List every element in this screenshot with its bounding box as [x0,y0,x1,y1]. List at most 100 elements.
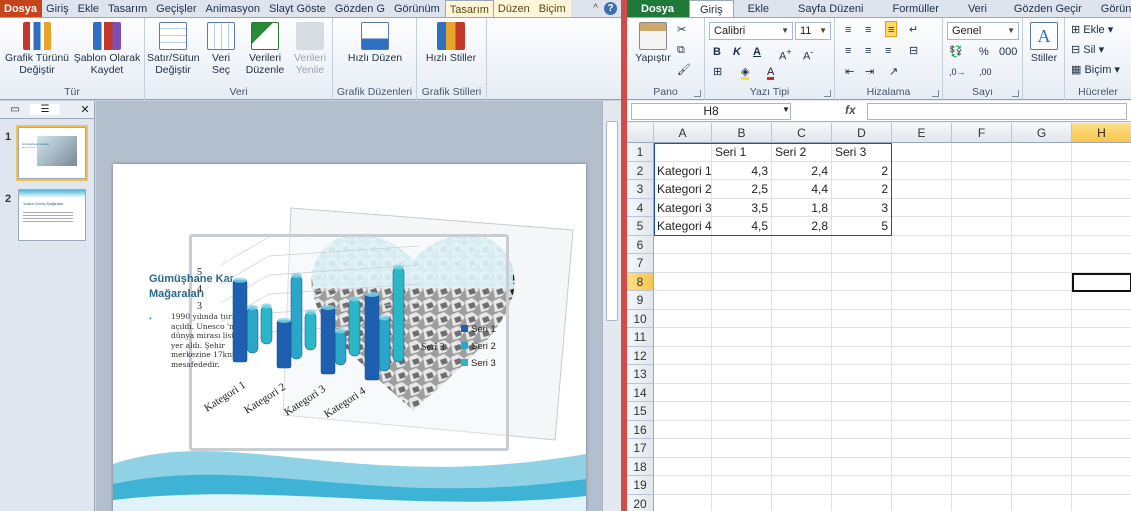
cell-h13[interactable] [1072,365,1131,384]
row-header-2[interactable]: 2 [627,161,654,180]
row-header-17[interactable]: 17 [627,439,654,458]
font-name-select[interactable]: Calibri ▼ [709,22,793,40]
close-pane-icon[interactable]: ✕ [76,103,94,116]
row-header-11[interactable]: 11 [627,328,654,347]
cell-d13[interactable] [832,365,892,384]
cell-g5[interactable] [1012,217,1072,236]
cell-b17[interactable] [712,439,772,458]
cell-e9[interactable] [892,291,952,310]
namebox-dropdown-icon[interactable]: ▼ [782,105,790,114]
row-header-16[interactable]: 16 [627,420,654,439]
cell-c18[interactable] [772,457,832,476]
cell-c12[interactable] [772,346,832,365]
cell-e18[interactable] [892,457,952,476]
save-template-button[interactable]: Şablon Olarak Kaydet [72,22,142,76]
cell-b1[interactable]: Seri 1 [712,143,772,162]
formula-input[interactable] [867,103,1127,120]
cell-h12[interactable] [1072,347,1131,365]
column-header-c[interactable]: C [772,123,832,143]
cell-a16[interactable] [654,420,712,439]
xl-tab-review[interactable]: Gözden Geçir [1002,0,1095,17]
row-header-18[interactable]: 18 [627,457,654,476]
edit-data-button[interactable]: Verileri Düzenle [243,22,287,76]
chart-bar-seri-3-3[interactable] [348,298,361,357]
cell-e15[interactable] [892,402,952,421]
cell-h19[interactable] [1072,476,1131,495]
shrink-font-icon[interactable]: A- [803,44,813,63]
column-header-a[interactable]: A [654,123,712,143]
currency-icon[interactable]: 💱 [949,44,963,60]
increase-decimal-icon[interactable]: ,0→ [949,64,966,80]
italic-button[interactable]: K [733,44,741,60]
chart-bar-seri-1-4[interactable] [364,294,380,381]
merge-cells-icon[interactable]: ⊟ [909,43,918,59]
number-format-select[interactable]: Genel ▼ [947,22,1019,40]
cell-d8[interactable] [832,272,892,291]
cell-e6[interactable] [892,235,952,254]
font-size-select[interactable]: 11 ▼ [795,22,831,40]
cell-f5[interactable] [952,217,1012,236]
cell-b7[interactable] [712,254,772,273]
cell-b12[interactable] [712,346,772,365]
chart-3d-column[interactable]: 5 4 3 Kategori 1Kategori 2Kategori 3Kategor… [189,234,509,451]
ppt-tab-insert[interactable]: Ekle [74,0,104,17]
cell-a12[interactable] [654,346,712,365]
quick-styles-button[interactable]: Hızlı Stiller [421,22,481,64]
name-box[interactable]: H8 [631,103,791,120]
change-chart-type-button[interactable]: Grafik Türünü Değiştir [2,22,72,76]
cell-e5[interactable] [892,217,952,236]
chart-bar-seri-2-3[interactable] [334,330,347,366]
cell-b20[interactable] [712,494,772,511]
chart-legend-entry[interactable]: Seri 3 [471,358,496,369]
cell-d11[interactable] [832,328,892,347]
ppt-tab-slideshow[interactable]: Slayt Göste [265,0,331,17]
cell-a11[interactable] [654,328,712,347]
align-top-icon[interactable]: ≡ [845,22,851,38]
cell-a3[interactable]: Kategori 2 [654,180,712,199]
align-left-icon[interactable]: ≡ [845,43,851,59]
cell-e1[interactable] [892,143,952,162]
comma-style-icon[interactable]: 000 [999,44,1017,60]
column-header-b[interactable]: B [712,123,772,143]
column-header-h[interactable]: H [1072,123,1131,143]
cell-h11[interactable] [1072,328,1131,347]
cell-a1[interactable] [654,143,712,162]
column-header-g[interactable]: G [1012,123,1072,143]
xl-tab-file[interactable]: Dosya [627,0,690,17]
cell-c3[interactable]: 4,4 [772,180,832,199]
cell-d6[interactable] [832,235,892,254]
align-center-icon[interactable]: ≡ [865,43,871,59]
cell-a18[interactable] [654,457,712,476]
cell-b4[interactable]: 3,5 [712,198,772,217]
row-header-3[interactable]: 3 [627,180,654,199]
ppt-tab-chart-design[interactable]: Tasarım [444,0,494,17]
cell-d20[interactable] [832,494,892,511]
fx-icon[interactable]: fx [845,103,856,117]
cell-g17[interactable] [1012,439,1072,458]
paste-button[interactable]: Yapıştır [631,22,675,64]
cell-f7[interactable] [952,254,1012,273]
row-header-19[interactable]: 19 [627,476,654,495]
help-icon[interactable]: ? [604,2,617,15]
cell-a14[interactable] [654,383,712,402]
cell-d17[interactable] [832,439,892,458]
slide-vertical-scrollbar[interactable] [602,101,621,511]
cell-b8[interactable] [712,272,772,291]
increase-indent-icon[interactable]: ⇥ [865,64,874,80]
slide-thumbnail-2[interactable]: Yollara Gumüş Mağaraları [18,189,86,241]
cell-g13[interactable] [1012,365,1072,384]
cell-f2[interactable] [952,161,1012,180]
cell-h3[interactable] [1072,180,1131,199]
row-header-5[interactable]: 5 [627,217,654,236]
cell-c9[interactable] [772,291,832,310]
cell-e2[interactable] [892,161,952,180]
cell-h5[interactable] [1072,217,1131,236]
cell-e16[interactable] [892,420,952,439]
current-slide[interactable]: Gümüşhane Kar Mağaraları • 1990 yılında … [113,164,586,511]
cell-b6[interactable] [712,235,772,254]
cell-b3[interactable]: 2,5 [712,180,772,199]
slide-thumbnail-1[interactable]: Gümüşhane Karaca Mağaraları [16,125,88,181]
cell-a20[interactable] [654,494,712,511]
chart-bar-seri-3-2[interactable] [304,311,317,351]
cell-d12[interactable] [832,346,892,365]
